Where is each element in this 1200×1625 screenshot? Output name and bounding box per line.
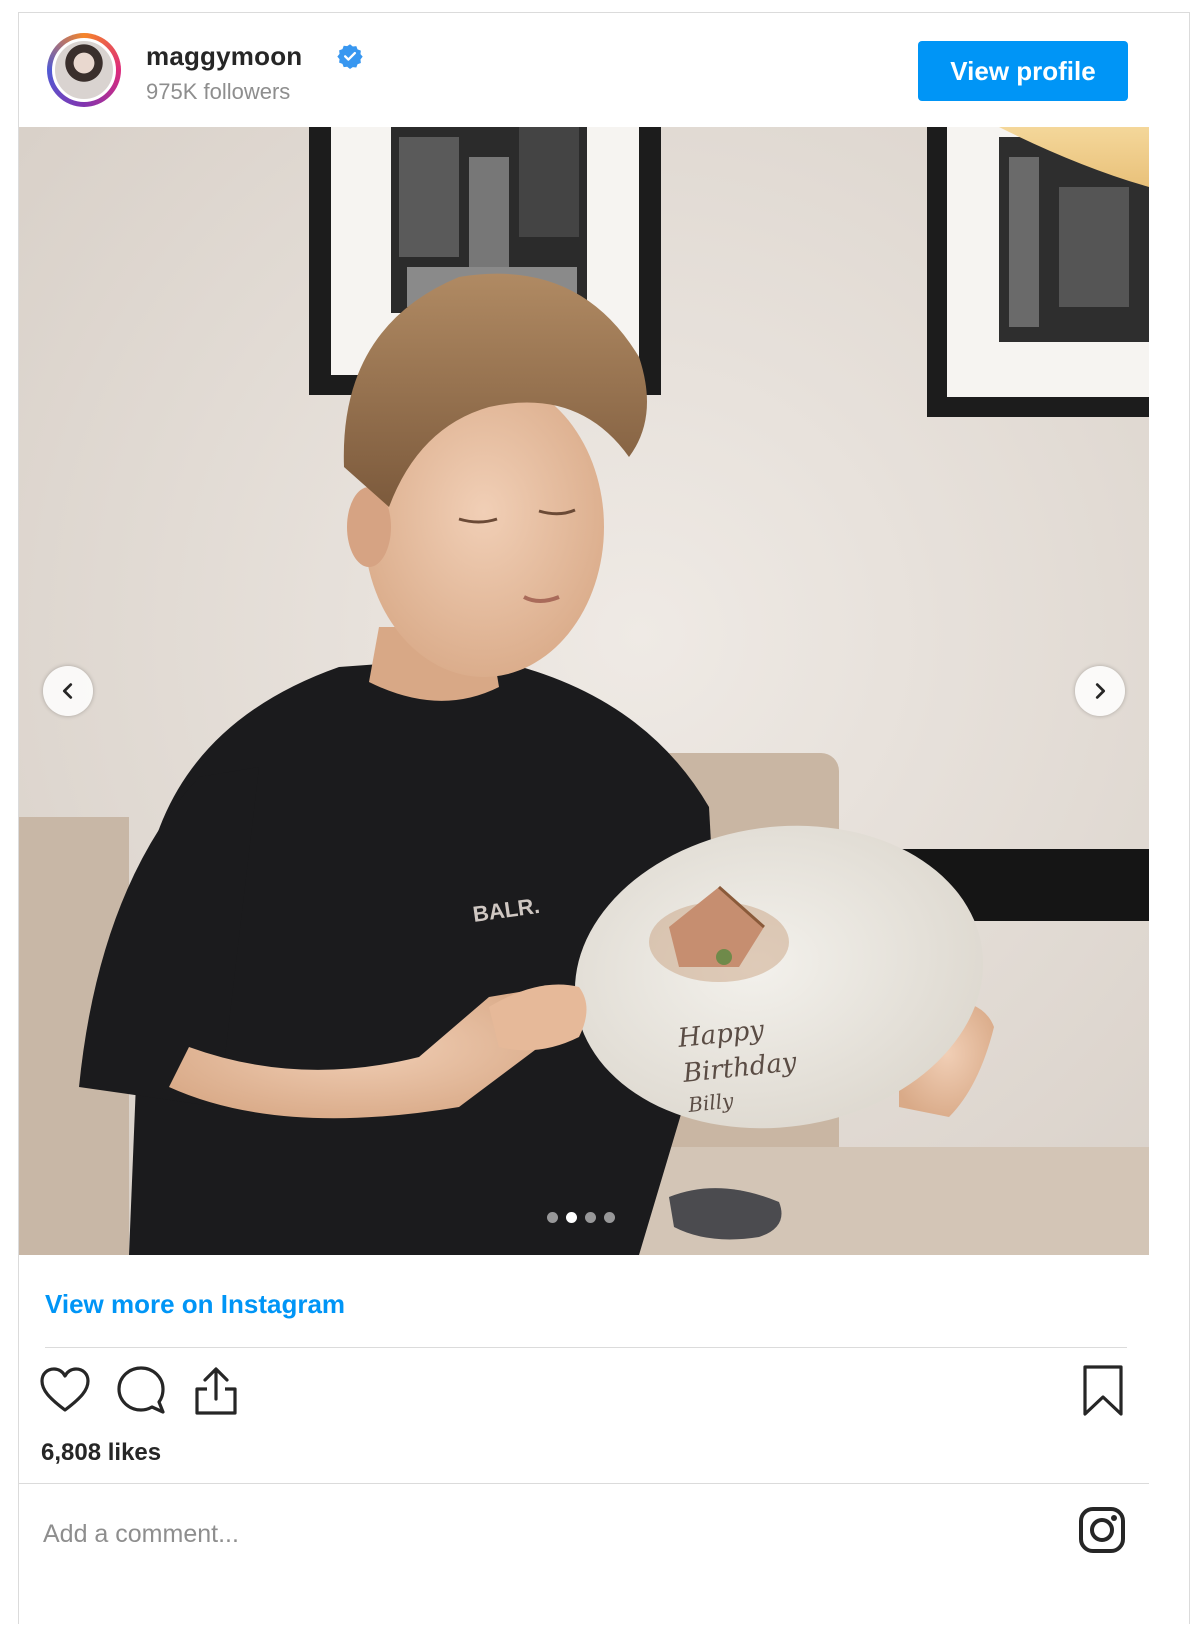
username[interactable]: maggymoon [146,41,302,72]
comment-icon[interactable] [115,1365,167,1415]
chevron-right-icon [1095,683,1106,699]
share-icon[interactable] [191,1365,241,1417]
instagram-embed-card: maggymoon 975K followers View profile BA… [18,12,1190,1624]
avatar-photo [52,38,116,102]
carousel-indicator [547,1212,615,1223]
view-more-link[interactable]: View more on Instagram [45,1289,345,1320]
likes-count: 6,808 likes [41,1439,162,1466]
divider [45,1347,1127,1348]
carousel-next-button[interactable] [1075,666,1125,716]
bookmark-icon[interactable] [1081,1364,1125,1418]
plate-text-line-3: Billy [686,1088,735,1117]
follower-count: 975K followers [146,79,291,104]
verified-badge-icon [337,44,363,69]
instagram-logo-icon[interactable] [1077,1505,1127,1555]
carousel-dot [604,1212,615,1223]
carousel-dot [547,1212,558,1223]
heart-icon[interactable] [39,1366,91,1414]
carousel-dot-active [566,1212,577,1223]
divider [19,1483,1149,1484]
carousel-dot [585,1212,596,1223]
chevron-left-icon [62,683,73,699]
avatar[interactable] [47,33,121,107]
view-profile-button[interactable]: View profile [918,41,1128,101]
carousel-prev-button[interactable] [43,666,93,716]
post-photo[interactable]: BALR. Happy Birthday Billy [19,127,1149,1255]
post-image: BALR. Happy Birthday Billy [19,127,1149,1255]
comment-input[interactable] [41,1513,1045,1555]
